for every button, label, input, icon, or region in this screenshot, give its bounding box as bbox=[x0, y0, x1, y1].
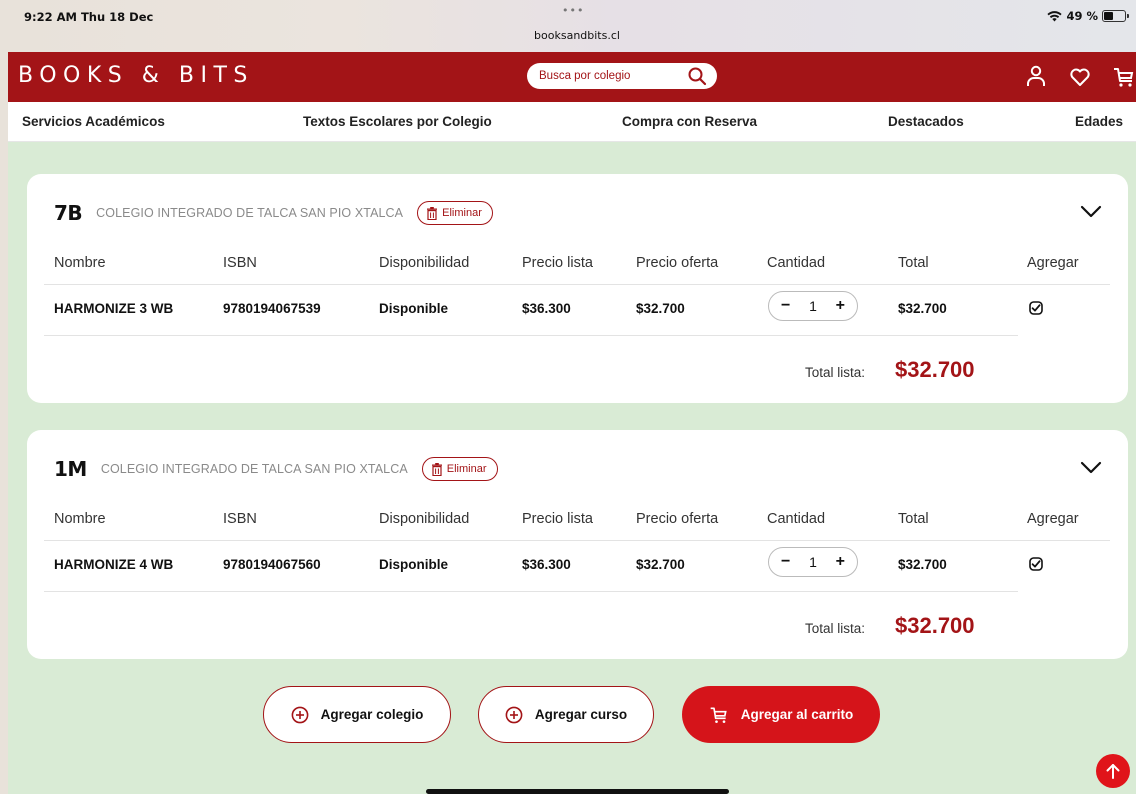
course-code: 1M bbox=[54, 457, 87, 481]
col-header-precio-lista: Precio lista bbox=[522, 511, 593, 527]
remove-button[interactable]: Eliminar bbox=[421, 457, 498, 481]
course-code: 7B bbox=[54, 201, 83, 225]
status-indicators: 49 % bbox=[1047, 9, 1129, 23]
total-value: $32.700 bbox=[895, 613, 975, 638]
chevron-down-icon[interactable] bbox=[1080, 204, 1102, 223]
row-divider bbox=[44, 591, 1018, 592]
col-header-cantidad: Cantidad bbox=[767, 255, 826, 271]
site-header: BOOKS & BITS bbox=[8, 52, 1136, 102]
wifi-icon bbox=[1047, 10, 1063, 22]
school-name: COLEGIO INTEGRADO DE TALCA SAN PIO XTALC… bbox=[100, 462, 408, 476]
product-list-price: $36.300 bbox=[522, 301, 571, 316]
user-icon[interactable] bbox=[1024, 64, 1048, 90]
checkbox-checked-icon[interactable] bbox=[1029, 300, 1043, 315]
scroll-to-top-button[interactable] bbox=[1096, 754, 1130, 788]
add-course-label: Agregar curso bbox=[534, 707, 628, 722]
main-nav: Servicios Académicos Textos Escolares po… bbox=[8, 102, 1136, 142]
row-divider bbox=[44, 335, 1018, 336]
remove-label: Eliminar bbox=[442, 207, 482, 219]
quantity-value: 1 bbox=[809, 554, 817, 570]
col-header-isbn: ISBN bbox=[223, 511, 257, 527]
col-header-disponibilidad: Disponibilidad bbox=[379, 511, 470, 527]
total-label: Total lista: bbox=[805, 365, 866, 380]
status-bar: 9:22 AM Thu 18 Dec ••• booksandbits.cl 4… bbox=[0, 0, 1136, 52]
product-name: HARMONIZE 3 WB bbox=[54, 301, 174, 316]
product-list-price: $36.300 bbox=[522, 557, 571, 572]
nav-compra-con-reserva[interactable]: Compra con Reserva bbox=[622, 114, 757, 129]
increase-quantity-button[interactable]: + bbox=[836, 553, 845, 571]
col-header-nombre: Nombre bbox=[54, 511, 106, 527]
home-indicator bbox=[426, 789, 729, 794]
col-header-isbn: ISBN bbox=[223, 255, 257, 271]
product-total: $32.700 bbox=[898, 301, 947, 316]
search-input[interactable] bbox=[539, 68, 679, 84]
battery-icon bbox=[1102, 10, 1129, 22]
col-header-precio-oferta: Precio oferta bbox=[636, 255, 719, 271]
course-card: 1M COLEGIO INTEGRADO DE TALCA SAN PIO XT… bbox=[27, 430, 1128, 659]
search-icon[interactable] bbox=[687, 66, 707, 90]
product-offer-price: $32.700 bbox=[636, 301, 685, 316]
col-header-precio-lista: Precio lista bbox=[522, 255, 593, 271]
row-divider bbox=[44, 284, 1110, 285]
site-logo[interactable]: BOOKS & BITS bbox=[18, 63, 254, 88]
card-header: 1M COLEGIO INTEGRADO DE TALCA SAN PIO XT… bbox=[54, 457, 498, 481]
product-availability: Disponible bbox=[379, 557, 449, 572]
add-school-button[interactable]: Agregar colegio bbox=[263, 686, 451, 743]
nav-textos-escolares[interactable]: Textos Escolares por Colegio bbox=[303, 114, 492, 129]
total-value: $32.700 bbox=[895, 357, 975, 382]
cart-icon[interactable] bbox=[1112, 64, 1136, 90]
decrease-quantity-button[interactable]: − bbox=[781, 297, 790, 315]
product-availability: Disponible bbox=[379, 301, 449, 316]
product-total: $32.700 bbox=[898, 557, 947, 572]
add-to-cart-button[interactable]: Agregar al carrito bbox=[682, 686, 880, 743]
quantity-value: 1 bbox=[809, 298, 817, 314]
card-header: 7B COLEGIO INTEGRADO DE TALCA SAN PIO XT… bbox=[54, 201, 493, 225]
increase-quantity-button[interactable]: + bbox=[836, 297, 845, 315]
quantity-stepper[interactable]: − 1 + bbox=[768, 547, 858, 577]
product-isbn: 9780194067539 bbox=[223, 301, 321, 316]
nav-edades[interactable]: Edades bbox=[1075, 114, 1123, 129]
course-card: 7B COLEGIO INTEGRADO DE TALCA SAN PIO XT… bbox=[27, 174, 1128, 403]
remove-button[interactable]: Eliminar bbox=[417, 201, 493, 225]
col-header-precio-oferta: Precio oferta bbox=[636, 511, 719, 527]
trash-icon bbox=[427, 206, 438, 220]
col-header-agregar: Agregar bbox=[1027, 255, 1079, 271]
plus-circle-icon bbox=[505, 706, 523, 723]
heart-icon[interactable] bbox=[1068, 64, 1092, 90]
plus-circle-icon bbox=[291, 706, 309, 723]
address-bar-url[interactable]: booksandbits.cl bbox=[500, 29, 654, 42]
battery-percent: 49 % bbox=[1066, 9, 1098, 23]
decrease-quantity-button[interactable]: − bbox=[781, 553, 790, 571]
trash-icon bbox=[431, 462, 442, 476]
browser-frame: 9:22 AM Thu 18 Dec ••• booksandbits.cl 4… bbox=[0, 0, 1136, 794]
total-label: Total lista: bbox=[805, 621, 866, 636]
chevron-down-icon[interactable] bbox=[1080, 460, 1102, 479]
add-school-label: Agregar colegio bbox=[320, 707, 424, 722]
school-name: COLEGIO INTEGRADO DE TALCA SAN PIO XTALC… bbox=[96, 206, 404, 220]
remove-label: Eliminar bbox=[446, 463, 487, 475]
col-header-disponibilidad: Disponibilidad bbox=[379, 255, 470, 271]
product-isbn: 9780194067560 bbox=[223, 557, 321, 572]
add-course-button[interactable]: Agregar curso bbox=[478, 686, 654, 743]
arrow-up-icon bbox=[1106, 764, 1120, 779]
col-header-nombre: Nombre bbox=[54, 255, 106, 271]
col-header-cantidad: Cantidad bbox=[767, 511, 826, 527]
col-header-total: Total bbox=[898, 511, 929, 527]
quantity-stepper[interactable]: − 1 + bbox=[768, 291, 858, 321]
row-divider bbox=[44, 540, 1110, 541]
tab-options-dots[interactable]: ••• bbox=[562, 4, 584, 17]
status-time: 9:22 AM Thu 18 Dec bbox=[24, 10, 154, 24]
nav-destacados[interactable]: Destacados bbox=[888, 114, 964, 129]
header-actions bbox=[1024, 64, 1136, 90]
col-header-agregar: Agregar bbox=[1027, 511, 1079, 527]
col-header-total: Total bbox=[898, 255, 929, 271]
search-box[interactable] bbox=[527, 63, 717, 89]
cart-icon bbox=[710, 707, 727, 723]
product-offer-price: $32.700 bbox=[636, 557, 685, 572]
checkbox-checked-icon[interactable] bbox=[1029, 556, 1043, 571]
main-content: 7B COLEGIO INTEGRADO DE TALCA SAN PIO XT… bbox=[8, 142, 1136, 794]
product-name: HARMONIZE 4 WB bbox=[54, 557, 174, 572]
add-to-cart-label: Agregar al carrito bbox=[740, 707, 854, 722]
nav-servicios-academicos[interactable]: Servicios Académicos bbox=[22, 114, 165, 129]
